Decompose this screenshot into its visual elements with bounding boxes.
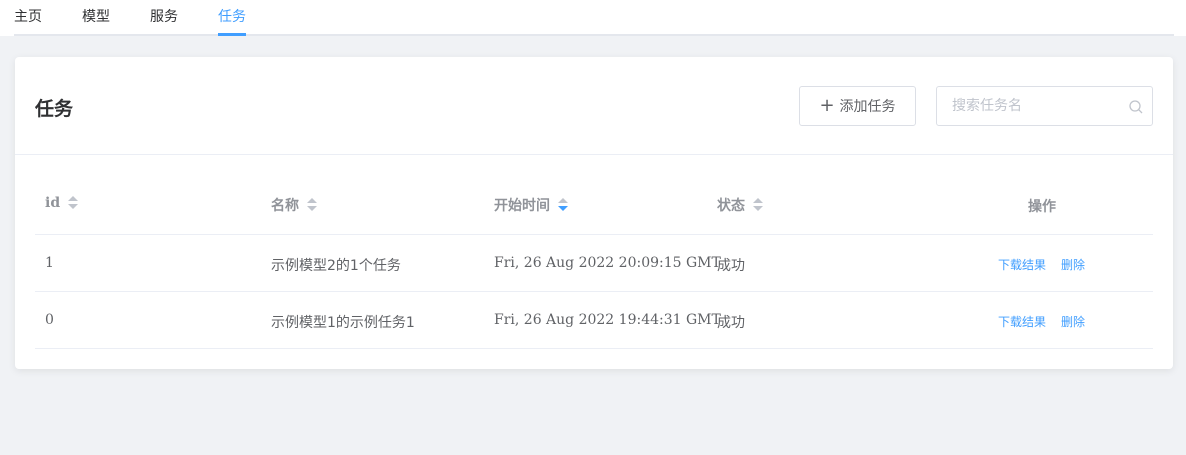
- download-result-link[interactable]: 下载结果: [998, 256, 1046, 273]
- search-box: [936, 86, 1153, 126]
- top-navigation: 主页 模型 服务 任务: [0, 0, 1186, 36]
- column-header-actions: 操作: [1028, 199, 1056, 215]
- sort-icon[interactable]: [753, 198, 763, 212]
- card-header: 任务 + 添加任务: [15, 57, 1173, 155]
- tasks-card: 任务 + 添加任务 id 名称 开始时间: [15, 57, 1173, 369]
- cell-id: 1: [45, 255, 54, 271]
- cell-name: 示例模型2的1个任务: [271, 258, 401, 274]
- search-input[interactable]: [937, 87, 1122, 125]
- table-header: id 名称 开始时间 状态 操作: [35, 178, 1153, 235]
- table-row: 1 示例模型2的1个任务 Fri, 26 Aug 2022 20:09:15 G…: [35, 235, 1153, 292]
- cell-status: 成功: [717, 258, 745, 274]
- cell-name: 示例模型1的示例任务1: [271, 315, 415, 331]
- column-header-name[interactable]: 名称: [271, 195, 317, 215]
- tab-models[interactable]: 模型: [82, 6, 110, 26]
- tab-tasks[interactable]: 任务: [218, 6, 246, 26]
- page-title: 任务: [35, 98, 74, 120]
- tab-services[interactable]: 服务: [150, 6, 178, 26]
- active-tab-indicator: [218, 33, 246, 36]
- cell-start-time: Fri, 26 Aug 2022 20:09:15 GMT: [494, 255, 721, 271]
- delete-link[interactable]: 删除: [1061, 313, 1085, 330]
- cell-status: 成功: [717, 315, 745, 331]
- sort-icon[interactable]: [68, 196, 79, 210]
- add-task-button[interactable]: + 添加任务: [799, 86, 916, 126]
- table-row: 0 示例模型1的示例任务1 Fri, 26 Aug 2022 19:44:31 …: [35, 292, 1153, 349]
- cell-id: 0: [45, 312, 54, 328]
- download-result-link[interactable]: 下载结果: [998, 313, 1046, 330]
- nav-divider: [14, 34, 1174, 36]
- delete-link[interactable]: 删除: [1061, 256, 1085, 273]
- search-icon[interactable]: [1128, 99, 1144, 115]
- sort-descending-icon[interactable]: [558, 198, 568, 212]
- column-header-id[interactable]: id: [45, 195, 79, 211]
- sort-icon[interactable]: [307, 198, 317, 212]
- plus-icon: +: [819, 95, 835, 116]
- column-header-status[interactable]: 状态: [717, 195, 763, 215]
- tasks-table: id 名称 开始时间 状态 操作 1 示例模型2的1个任务 Fri, 26 Au: [35, 178, 1153, 349]
- cell-start-time: Fri, 26 Aug 2022 19:44:31 GMT: [494, 312, 721, 328]
- column-header-start-time[interactable]: 开始时间: [494, 195, 568, 215]
- tab-home[interactable]: 主页: [14, 6, 42, 26]
- add-task-label: 添加任务: [839, 99, 896, 115]
